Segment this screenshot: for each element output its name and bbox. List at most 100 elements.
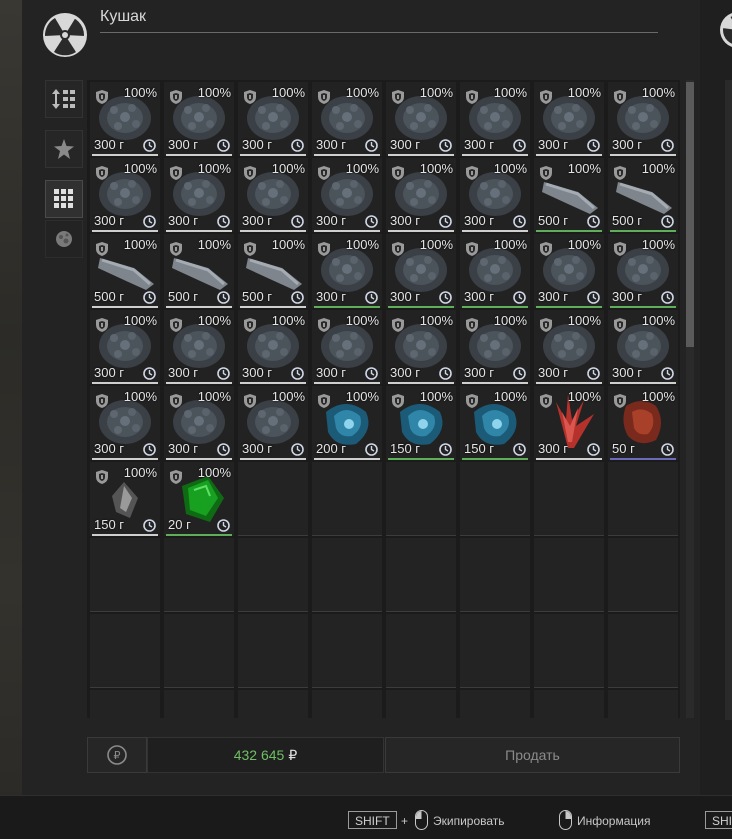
inventory-slot-empty[interactable]	[534, 462, 604, 536]
inventory-slot-empty[interactable]	[608, 462, 678, 536]
scrollbar-thumb[interactable]	[686, 82, 694, 347]
inventory-slot-artifact[interactable]: 100% 300 г	[386, 158, 456, 232]
durability-label: 100%	[123, 85, 157, 100]
inventory-slot-empty[interactable]	[90, 690, 160, 718]
inventory-slot-empty[interactable]	[534, 690, 604, 718]
weight-label: 300 г	[94, 365, 125, 380]
inventory-slot-artifact[interactable]: 100% 300 г	[534, 386, 604, 460]
inventory-slot-empty[interactable]	[534, 538, 604, 612]
inventory-slot-artifact[interactable]: 100% 300 г	[164, 82, 234, 156]
mouse-right-icon	[559, 810, 572, 830]
inventory-slot-empty[interactable]	[312, 690, 382, 718]
inventory-slot-artifact[interactable]: 100% 300 г	[608, 234, 678, 308]
inventory-slot-artifact[interactable]: 100% 500 г	[238, 234, 308, 308]
shield-icon	[540, 90, 552, 104]
shield-icon	[318, 166, 330, 180]
inventory-slot-artifact[interactable]: 100% 300 г	[90, 386, 160, 460]
inventory-slot-artifact[interactable]: 100% 20 г	[164, 462, 234, 536]
favorites-button[interactable]	[45, 130, 83, 168]
inventory-slot-artifact[interactable]: 100% 500 г	[534, 158, 604, 232]
durability-label: 100%	[419, 237, 453, 252]
inventory-slot-artifact[interactable]: 100% 300 г	[534, 234, 604, 308]
inventory-slot-artifact[interactable]: 100% 300 г	[386, 310, 456, 384]
inventory-slot-artifact[interactable]: 100% 300 г	[386, 82, 456, 156]
inventory-slot-empty[interactable]	[238, 614, 308, 688]
inventory-slot-empty[interactable]	[608, 690, 678, 718]
inventory-slot-artifact[interactable]: 100% 500 г	[608, 158, 678, 232]
clock-icon	[439, 291, 452, 304]
clock-icon	[143, 367, 156, 380]
inventory-slot-artifact[interactable]: 100% 300 г	[238, 82, 308, 156]
inventory-slot-artifact[interactable]: 100% 300 г	[460, 310, 530, 384]
inventory-slot-empty[interactable]	[312, 462, 382, 536]
inventory-slot-artifact[interactable]: 100% 500 г	[164, 234, 234, 308]
inventory-slot-artifact[interactable]: 100% 300 г	[312, 310, 382, 384]
inventory-slot-empty[interactable]	[386, 690, 456, 718]
inventory-slot-artifact[interactable]: 100% 500 г	[90, 234, 160, 308]
inventory-slot-empty[interactable]	[608, 614, 678, 688]
inventory-slot-artifact[interactable]: 100% 150 г	[386, 386, 456, 460]
inventory-slot-empty[interactable]	[460, 462, 530, 536]
artifact-filter-button[interactable]	[45, 220, 83, 258]
inventory-slot-artifact[interactable]: 100% 300 г	[90, 158, 160, 232]
inventory-slot-empty[interactable]	[386, 462, 456, 536]
inventory-slot-empty[interactable]	[608, 538, 678, 612]
inventory-slot-artifact[interactable]: 100% 300 г	[608, 82, 678, 156]
weight-label: 300 г	[612, 137, 643, 152]
inventory-slot-empty[interactable]	[460, 614, 530, 688]
inventory-slot-empty[interactable]	[90, 614, 160, 688]
inventory-slot-empty[interactable]	[238, 462, 308, 536]
clock-icon	[439, 367, 452, 380]
shield-icon	[614, 394, 626, 408]
inventory-slot-artifact[interactable]: 100% 150 г	[90, 462, 160, 536]
inventory-slot-artifact[interactable]: 100% 300 г	[608, 310, 678, 384]
inventory-slot-empty[interactable]	[312, 538, 382, 612]
inventory-slot-artifact[interactable]: 100% 300 г	[386, 234, 456, 308]
inventory-slot-artifact[interactable]: 100% 300 г	[90, 82, 160, 156]
durability-label: 100%	[419, 313, 453, 328]
rarity-line	[92, 382, 158, 384]
inventory-slot-empty[interactable]	[460, 538, 530, 612]
grid-view-button[interactable]	[45, 180, 83, 218]
grid-scrollbar[interactable]	[686, 80, 694, 718]
durability-label: 100%	[197, 465, 231, 480]
inventory-slot-artifact[interactable]: 100% 300 г	[312, 82, 382, 156]
inventory-slot-empty[interactable]	[238, 538, 308, 612]
inventory-slot-empty[interactable]	[386, 614, 456, 688]
inventory-slot-artifact[interactable]: 100% 150 г	[460, 386, 530, 460]
exchange-button[interactable]: ₽	[87, 737, 147, 773]
sort-button[interactable]	[45, 80, 83, 118]
inventory-slot-artifact[interactable]: 100% 300 г	[534, 82, 604, 156]
inventory-slot-artifact[interactable]: 100% 300 г	[312, 234, 382, 308]
inventory-slot-empty[interactable]	[90, 538, 160, 612]
durability-label: 100%	[271, 389, 305, 404]
inventory-slot-artifact[interactable]: 100% 300 г	[164, 386, 234, 460]
inventory-slot-empty[interactable]	[312, 614, 382, 688]
inventory-slot-artifact[interactable]: 100% 300 г	[90, 310, 160, 384]
inventory-slot-empty[interactable]	[164, 538, 234, 612]
inventory-slot-artifact[interactable]: 100% 300 г	[460, 82, 530, 156]
inventory-slot-artifact[interactable]: 100% 300 г	[164, 310, 234, 384]
inventory-slot-artifact[interactable]: 100% 50 г	[608, 386, 678, 460]
inventory-slot-artifact[interactable]: 100% 300 г	[534, 310, 604, 384]
inventory-slot-empty[interactable]	[164, 690, 234, 718]
inventory-slot-empty[interactable]	[386, 538, 456, 612]
inventory-slot-empty[interactable]	[534, 614, 604, 688]
durability-label: 100%	[641, 313, 675, 328]
inventory-slot-empty[interactable]	[238, 690, 308, 718]
inventory-slot-artifact[interactable]: 100% 300 г	[460, 158, 530, 232]
sell-button[interactable]: Продать	[385, 737, 680, 773]
inventory-slot-artifact[interactable]: 100% 200 г	[312, 386, 382, 460]
inventory-slot-artifact[interactable]: 100% 300 г	[238, 310, 308, 384]
inventory-slot-artifact[interactable]: 100% 300 г	[460, 234, 530, 308]
inventory-slot-artifact[interactable]: 100% 300 г	[238, 158, 308, 232]
shield-icon	[96, 166, 108, 180]
shield-icon	[170, 90, 182, 104]
weight-label: 300 г	[390, 137, 421, 152]
inventory-slot-artifact[interactable]: 100% 300 г	[238, 386, 308, 460]
inventory-slot-artifact[interactable]: 100% 300 г	[312, 158, 382, 232]
inventory-slot-empty[interactable]	[460, 690, 530, 718]
svg-text:₽: ₽	[114, 749, 121, 762]
inventory-slot-artifact[interactable]: 100% 300 г	[164, 158, 234, 232]
inventory-slot-empty[interactable]	[164, 614, 234, 688]
